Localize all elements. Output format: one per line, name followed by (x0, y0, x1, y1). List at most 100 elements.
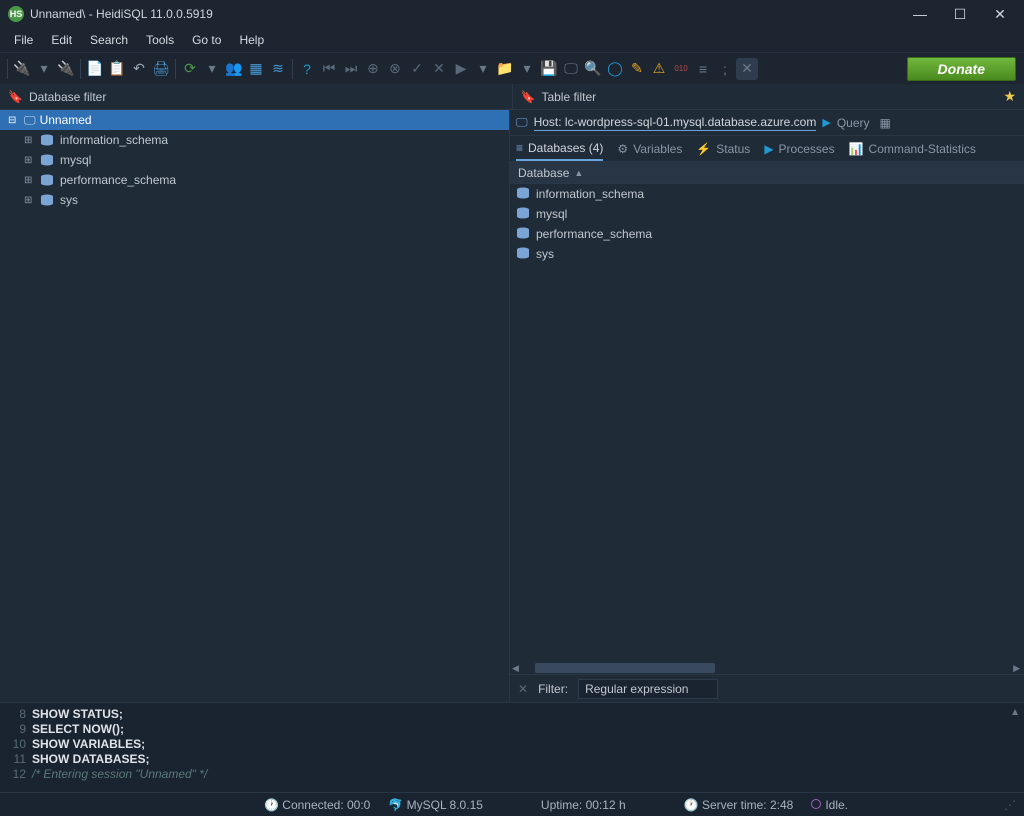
databases-icon: ≡ (516, 141, 523, 155)
menu-edit[interactable]: Edit (43, 30, 80, 50)
new-query-icon[interactable]: ▦ (880, 116, 891, 130)
hex-icon[interactable]: 010 (670, 58, 692, 80)
tab-databases[interactable]: ≡ Databases (4) (516, 137, 603, 161)
query-tab[interactable]: Query (837, 116, 870, 130)
database-icon (40, 134, 56, 146)
close-button[interactable]: ✕ (990, 6, 1010, 23)
favorite-icon[interactable]: ★ (1003, 88, 1016, 105)
disconnect-icon[interactable]: ▾ (33, 58, 55, 80)
sql-log[interactable]: ▲ 8SHOW STATUS; 9SELECT NOW(); 10SHOW VA… (0, 702, 1024, 792)
horizontal-scrollbar[interactable]: ◀ ▶ (510, 662, 1024, 674)
database-filter-label: Database filter (29, 90, 106, 104)
open-dropdown-icon[interactable]: ▾ (516, 58, 538, 80)
print-icon[interactable]: 🖨 (150, 58, 172, 80)
execute-dropdown-icon[interactable]: ▾ (472, 58, 494, 80)
status-server: 🐬 MySQL 8.0.15 (388, 798, 483, 812)
title-bar: HS Unnamed\ - HeidiSQL 11.0.0.5919 — ☐ ✕ (0, 0, 1024, 28)
commit-icon[interactable]: ✓ (406, 58, 428, 80)
main-area: ⊟ 🖵 Unnamed ⊞ information_schema ⊞ mysql… (0, 110, 1024, 702)
database-column-header[interactable]: Database ▲ (510, 162, 1024, 184)
window-title: Unnamed\ - HeidiSQL 11.0.0.5919 (30, 7, 910, 21)
database-name: mysql (536, 207, 567, 221)
tab-status[interactable]: ⚡ Status (696, 138, 750, 160)
monitor-icon[interactable]: 🖵 (560, 58, 582, 80)
tab-variables[interactable]: ⚙ Variables (617, 138, 682, 160)
host-tab[interactable]: Host: lc-wordpress-sql-01.mysql.database… (534, 115, 817, 131)
host-tab-row: 🖵 Host: lc-wordpress-sql-01.mysql.databa… (510, 110, 1024, 136)
tab-processes[interactable]: ▶ Processes (764, 138, 834, 160)
execute-icon[interactable]: ▶ (450, 58, 472, 80)
dropdown-icon[interactable]: ▾ (201, 58, 223, 80)
refresh-icon[interactable]: ⟳ (179, 58, 201, 80)
clear-filter-icon[interactable]: ✕ (518, 682, 528, 696)
scroll-up-icon[interactable]: ▲ (1010, 707, 1020, 718)
tree-db-item[interactable]: ⊞ mysql (0, 150, 509, 170)
undo-icon[interactable]: ↶ (128, 58, 150, 80)
tree-db-label: performance_schema (60, 173, 176, 187)
format-icon[interactable]: ✎ (626, 58, 648, 80)
database-icon (516, 207, 530, 222)
menu-goto[interactable]: Go to (184, 30, 229, 50)
close-tab-icon[interactable]: ✕ (736, 58, 758, 80)
search-icon[interactable]: 🔍 (582, 58, 604, 80)
expand-icon[interactable]: ⊞ (24, 155, 36, 166)
semicolon-icon[interactable]: ; (714, 58, 736, 80)
tab-command-statistics[interactable]: 📊 Command-Statistics (849, 138, 976, 160)
connect-icon[interactable]: 🔌 (11, 58, 33, 80)
help-icon[interactable]: ? (296, 58, 318, 80)
bolt-icon: ⚡ (696, 142, 711, 156)
open-icon[interactable]: 📁 (494, 58, 516, 80)
expand-icon[interactable]: ⊞ (24, 175, 36, 186)
maintenance-icon[interactable]: ≋ (267, 58, 289, 80)
menu-search[interactable]: Search (82, 30, 136, 50)
paste-icon[interactable]: 📋 (106, 58, 128, 80)
users-icon[interactable]: 👥 (223, 58, 245, 80)
cancel-icon[interactable]: ✕ (428, 58, 450, 80)
log-line: 11SHOW DATABASES; (8, 752, 1016, 767)
tree-session[interactable]: ⊟ 🖵 Unnamed (0, 110, 509, 130)
align-icon[interactable]: ≡ (692, 58, 714, 80)
menu-bar: File Edit Search Tools Go to Help (0, 28, 1024, 52)
warn-icon[interactable]: ⚠ (648, 58, 670, 80)
menu-help[interactable]: Help (231, 30, 272, 50)
prev-icon[interactable]: ⏮ (318, 58, 340, 80)
collapse-icon[interactable]: ⊟ (8, 115, 20, 126)
resize-grip[interactable]: ⋰ (1004, 798, 1016, 812)
database-row[interactable]: sys (510, 244, 1024, 264)
minimize-button[interactable]: — (910, 6, 930, 22)
save-icon[interactable]: 💾 (538, 58, 560, 80)
stop-icon[interactable]: ⊗ (384, 58, 406, 80)
next-icon[interactable]: ⏭ (340, 58, 362, 80)
donate-button[interactable]: Donate (907, 57, 1016, 81)
table-filter[interactable]: 🔖 Table filter ★ (513, 84, 1024, 109)
tree-db-item[interactable]: ⊞ performance_schema (0, 170, 509, 190)
maximize-button[interactable]: ☐ (950, 6, 970, 23)
status-idle: Idle. (811, 798, 848, 812)
database-row[interactable]: information_schema (510, 184, 1024, 204)
column-label: Database (518, 166, 569, 180)
filter-row: ✕ Filter: (510, 674, 1024, 702)
tree-db-item[interactable]: ⊞ information_schema (0, 130, 509, 150)
database-row[interactable]: performance_schema (510, 224, 1024, 244)
tree-db-label: mysql (60, 153, 91, 167)
status-bar: 🕐 Connected: 00:0 🐬 MySQL 8.0.15 Uptime:… (0, 792, 1024, 816)
expand-icon[interactable]: ⊞ (24, 195, 36, 206)
log-line: 9SELECT NOW(); (8, 722, 1016, 737)
expand-icon[interactable]: ⊞ (24, 135, 36, 146)
new-connection-icon[interactable]: 🔌 (55, 58, 77, 80)
sort-asc-icon: ▲ (574, 168, 583, 178)
world-icon[interactable]: ◯ (604, 58, 626, 80)
window-controls: — ☐ ✕ (910, 6, 1010, 23)
host-icon: 🖵 (516, 115, 528, 130)
tree-db-label: information_schema (60, 133, 168, 147)
database-row[interactable]: mysql (510, 204, 1024, 224)
tree-db-item[interactable]: ⊞ sys (0, 190, 509, 210)
filter-input[interactable] (578, 679, 718, 699)
tables-icon[interactable]: ▦ (245, 58, 267, 80)
database-filter[interactable]: 🔖 Database filter (0, 84, 513, 109)
filter-icon: 🔖 (521, 90, 536, 104)
menu-file[interactable]: File (6, 30, 41, 50)
menu-tools[interactable]: Tools (138, 30, 182, 50)
add-icon[interactable]: ⊕ (362, 58, 384, 80)
copy-icon[interactable]: 📄 (84, 58, 106, 80)
